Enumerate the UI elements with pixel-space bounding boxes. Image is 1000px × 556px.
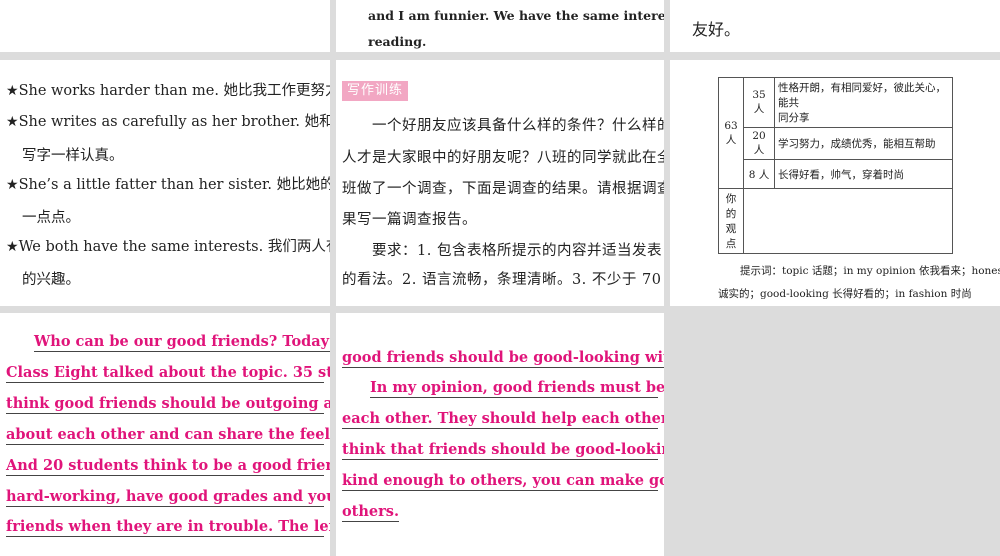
answer-line: each other. They should help each other.… bbox=[342, 410, 664, 429]
answer-line: about each other and can share the feeli… bbox=[6, 426, 330, 445]
survey-panel: 63 人 35 人 性格开朗，有相同爱好，彼此关心，能共 同分享 20 人 学习努… bbox=[670, 60, 1000, 306]
sentence-4: ★We both have the same interests. 我们两人有相… bbox=[6, 239, 330, 255]
writing-task-panel: 写作训练 一个好朋友应该具备什么样的条件？什么样的 人才是大家眼中的好朋友呢？八… bbox=[336, 60, 664, 306]
task-line: 人才是大家眼中的好朋友呢？八班的同学就此在全 bbox=[342, 150, 664, 166]
hint-line: 诚实的；good-looking 长得好看的；in fashion 时尚 bbox=[718, 288, 972, 300]
sentence-2-cont: 写字一样认真。 bbox=[22, 148, 124, 164]
desc-cell: 长得好看，帅气，穿着时尚 bbox=[774, 159, 953, 189]
count-cell: 8 人 bbox=[743, 159, 775, 189]
answer-line: Class Eight talked about the topic. 35 s… bbox=[6, 364, 330, 383]
answer-line: think good friends should be outgoing an… bbox=[6, 395, 330, 414]
desc-cell: 性格开朗，有相同爱好，彼此关心，能共 同分享 bbox=[774, 77, 953, 128]
star-icon: ★ bbox=[6, 239, 19, 255]
answer-line: good friends should be good-looking with… bbox=[342, 349, 664, 368]
top-right-panel: 友好。 bbox=[670, 0, 1000, 52]
total-cell: 63 人 bbox=[718, 77, 744, 189]
answer-left-panel: Who can be our good friends? Today the s… bbox=[0, 313, 330, 556]
text-line: 友好。 bbox=[692, 20, 741, 39]
sentence-2: ★She writes as carefully as her brother.… bbox=[6, 114, 330, 130]
writing-badge: 写作训练 bbox=[342, 81, 408, 101]
task-line: 班做了一个调查，下面是调查的结果。请根据调查结 bbox=[342, 181, 664, 197]
answer-line: friends when they are in trouble. The le… bbox=[6, 518, 330, 537]
top-middle-panel: and I am funnier. We have the same inter… bbox=[336, 0, 664, 52]
survey-table: 63 人 35 人 性格开朗，有相同爱好，彼此关心，能共 同分享 20 人 学习努… bbox=[718, 77, 953, 254]
answer-line: In my opinion, good friends must be hone… bbox=[370, 379, 664, 398]
answer-line: hard-working, have good grades and you c… bbox=[6, 488, 330, 507]
answer-line: others. bbox=[342, 503, 399, 522]
star-icon: ★ bbox=[6, 83, 19, 99]
star-icon: ★ bbox=[6, 114, 19, 130]
answer-right-panel: good friends should be good-looking with… bbox=[336, 313, 664, 556]
sentence-3: ★She’s a little fatter than her sister. … bbox=[6, 177, 330, 193]
answer-line: kind enough to others, you can make good… bbox=[342, 472, 664, 491]
task-line: 一个好朋友应该具备什么样的条件？什么样的 bbox=[342, 118, 664, 134]
opinion-label-cell: 你的 观点 bbox=[718, 188, 744, 254]
sentence-3-cont: 一点点。 bbox=[22, 210, 80, 226]
count-cell: 35 人 bbox=[743, 77, 775, 128]
sentence-1: ★She works harder than me. 她比我工作更努力。 bbox=[6, 83, 330, 99]
sentence-4-cont: 的兴趣。 bbox=[22, 272, 80, 288]
task-line: 果写一篇调查报告。 bbox=[342, 212, 477, 228]
star-icon: ★ bbox=[6, 177, 19, 193]
task-line: 的看法。2. 语言流畅，条理清晰。3. 不少于 70 词。 bbox=[342, 272, 664, 288]
hint-line: 提示词：topic 话题；in my opinion 依我看来；honest bbox=[740, 265, 1000, 277]
text-line: and I am funnier. We have the same inter… bbox=[368, 8, 664, 23]
desc-cell: 学习努力，成绩优秀，能相互帮助 bbox=[774, 127, 953, 160]
opinion-cell bbox=[743, 188, 953, 254]
text-line: reading. bbox=[368, 34, 427, 49]
count-cell: 20 人 bbox=[743, 127, 775, 160]
answer-line: Who can be our good friends? Today the s… bbox=[34, 333, 330, 352]
answer-line: think that friends should be good-lookin… bbox=[342, 441, 664, 460]
example-sentences-panel: ★She works harder than me. 她比我工作更努力。 ★Sh… bbox=[0, 60, 330, 306]
answer-line: And 20 students think to be a good frien… bbox=[6, 457, 330, 476]
task-line: 要求：1. 包含表格所提示的内容并适当发表自己 bbox=[342, 243, 664, 259]
top-left-panel bbox=[0, 0, 330, 52]
